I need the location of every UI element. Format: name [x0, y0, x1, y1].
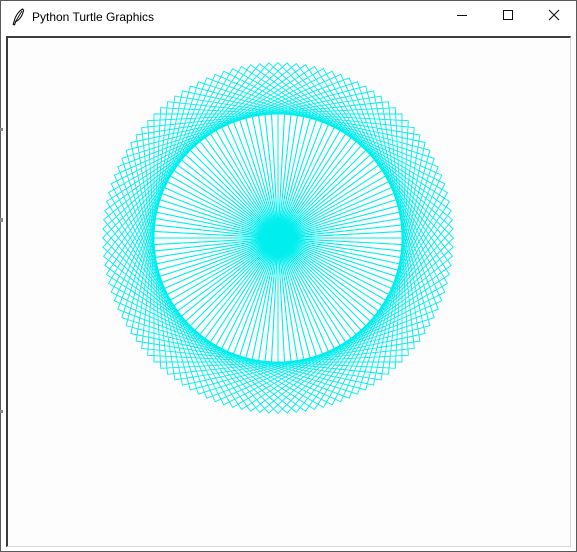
turtle-drawing: [101, 61, 455, 415]
edge-mark: [0, 410, 3, 413]
edge-mark: [0, 128, 3, 131]
close-icon: [548, 8, 560, 26]
window-title: Python Turtle Graphics: [32, 10, 155, 24]
close-button[interactable]: [531, 1, 577, 33]
maximize-button[interactable]: [485, 1, 531, 33]
turtle-window: Python Turtle Graphics: [0, 0, 577, 552]
title-bar[interactable]: Python Turtle Graphics: [1, 1, 576, 33]
edge-mark: [0, 218, 3, 222]
feather-icon: [10, 8, 26, 26]
turtle-canvas-area[interactable]: [6, 36, 571, 547]
minimize-button[interactable]: [439, 1, 485, 33]
maximize-icon: [502, 8, 514, 26]
minimize-icon: [456, 8, 468, 26]
